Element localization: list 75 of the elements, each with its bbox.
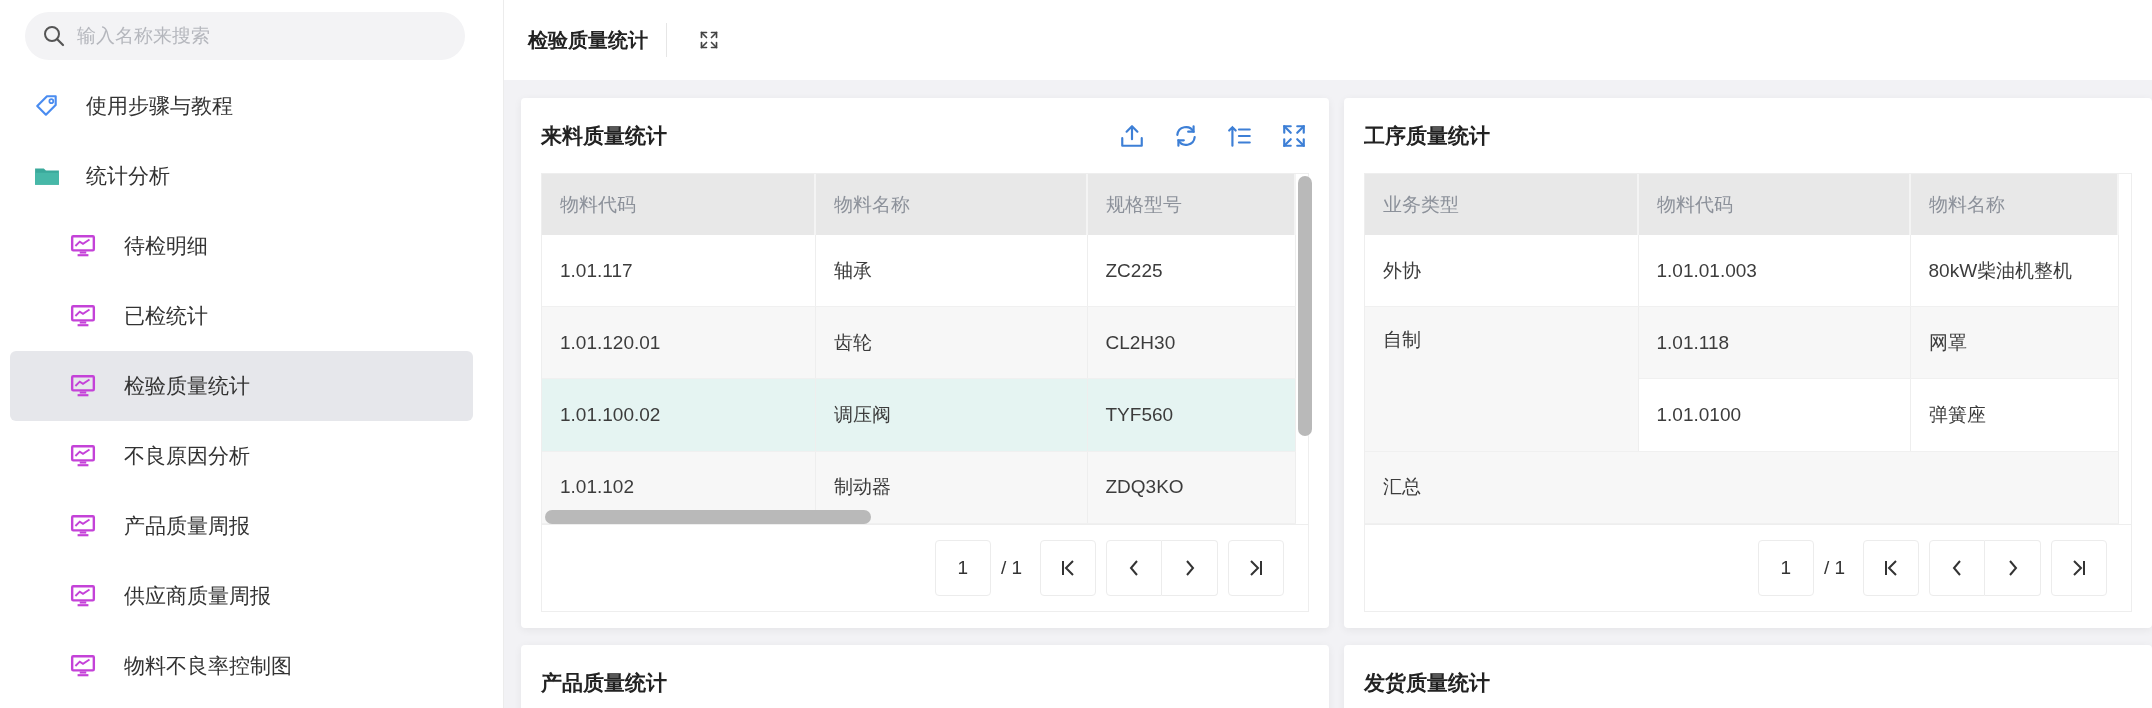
card-title: 来料质量统计 (541, 122, 667, 149)
sidebar-item[interactable]: 物料不良率控制图 (10, 631, 473, 701)
table-cell: 调压阀 (815, 378, 1087, 452)
table-cell: 汇总 (1365, 451, 2118, 524)
table-row[interactable]: 1.01.120.01 齿轮 CL2H30 (542, 306, 1295, 379)
chart-monitor-icon (70, 584, 96, 608)
column-header: 业务类型 (1365, 174, 1638, 235)
fullscreen-icon[interactable] (699, 30, 719, 50)
table-cell: TYF560 (1087, 378, 1295, 452)
first-page-icon (1061, 559, 1075, 577)
table-cell: 弹簧座 (1910, 378, 2118, 452)
column-header: 物料代码 (1638, 174, 1910, 235)
column-header: 物料名称 (815, 174, 1087, 235)
table-cell: 1.01.0100 (1638, 378, 1910, 452)
page-title: 检验质量统计 (528, 23, 667, 57)
last-page-button[interactable] (1228, 540, 1284, 596)
last-page-icon (1249, 559, 1263, 577)
table-cell: 1.01.01.003 (1638, 235, 1910, 307)
page-total: / 1 (1823, 557, 1845, 579)
chevron-right-icon (2006, 559, 2019, 577)
first-page-button[interactable] (1863, 540, 1919, 596)
folder-icon (34, 165, 60, 187)
table-cell: ZDQ3KO (1087, 451, 1295, 524)
chart-monitor-icon (70, 374, 96, 398)
page-field[interactable]: 1 (934, 540, 991, 596)
column-header: 规格型号 (1087, 174, 1295, 235)
table-cell: CL2H30 (1087, 306, 1295, 379)
sidebar-item[interactable]: 使用步骤与教程 (10, 71, 473, 141)
sidebar-item[interactable]: 不良原因分析 (10, 421, 473, 491)
first-page-icon (1884, 559, 1898, 577)
table-cell: ZC225 (1087, 235, 1295, 307)
sidebar-item[interactable]: 统计分析 (10, 141, 473, 211)
chart-monitor-icon (70, 304, 96, 328)
table-cell: 1.01.120.01 (542, 306, 815, 379)
sidebar-item[interactable]: 已检统计 (10, 281, 473, 351)
table-cell: 1.01.118 (1638, 306, 1910, 379)
column-header: 物料代码 (542, 174, 815, 235)
search-field[interactable]: 输入名称来搜索 (25, 12, 465, 60)
first-page-button[interactable] (1040, 540, 1096, 596)
table-cell: 80kW柴油机整机 (1910, 235, 2118, 307)
last-page-button[interactable] (2051, 540, 2107, 596)
chart-monitor-icon (70, 514, 96, 538)
chart-monitor-icon (70, 654, 96, 678)
card-title: 产品质量统计 (541, 669, 667, 696)
upload-icon[interactable] (1119, 122, 1145, 149)
last-page-icon (2072, 559, 2086, 577)
tag-icon (34, 93, 60, 119)
chart-monitor-icon (70, 444, 96, 468)
chevron-left-icon (1128, 559, 1140, 577)
vertical-scrollbar[interactable] (1298, 176, 1312, 436)
table-cell: 外协 (1365, 235, 1638, 307)
page-field[interactable]: 1 (1757, 540, 1814, 596)
sidebar-item[interactable]: 待检明细 (10, 211, 473, 281)
sidebar-item[interactable]: 检验质量统计 (10, 351, 473, 421)
chevron-left-icon (1951, 559, 1963, 577)
sidebar-item[interactable]: 供应商质量周报 (10, 561, 473, 631)
chevron-right-icon (1183, 559, 1196, 577)
refresh-icon[interactable] (1173, 122, 1199, 149)
table-cell: 1.01.100.02 (542, 378, 815, 452)
table-cell: 制动器 (815, 451, 1087, 524)
table-row[interactable]: 1.01.117 轴承 ZC225 (542, 235, 1295, 307)
table-cell: 1.01.117 (542, 235, 815, 307)
horizontal-scrollbar[interactable] (545, 510, 871, 524)
card-title: 发货质量统计 (1364, 669, 1490, 696)
table-row[interactable]: 1.01.102 制动器 ZDQ3KO (542, 451, 1295, 524)
table-cell: 自制 (1365, 306, 1638, 452)
table-cell: 齿轮 (815, 306, 1087, 379)
sidebar-item[interactable]: 产品质量周报 (10, 491, 473, 561)
table-cell: 轴承 (815, 235, 1087, 307)
table-row[interactable]: 1.01.100.02 调压阀 TYF560 (542, 378, 1295, 452)
page-total: / 1 (1000, 557, 1022, 579)
table-cell: 网罩 (1910, 306, 2118, 379)
column-header: 物料名称 (1910, 174, 2118, 235)
card-title: 工序质量统计 (1364, 122, 1490, 149)
chart-monitor-icon (70, 234, 96, 258)
